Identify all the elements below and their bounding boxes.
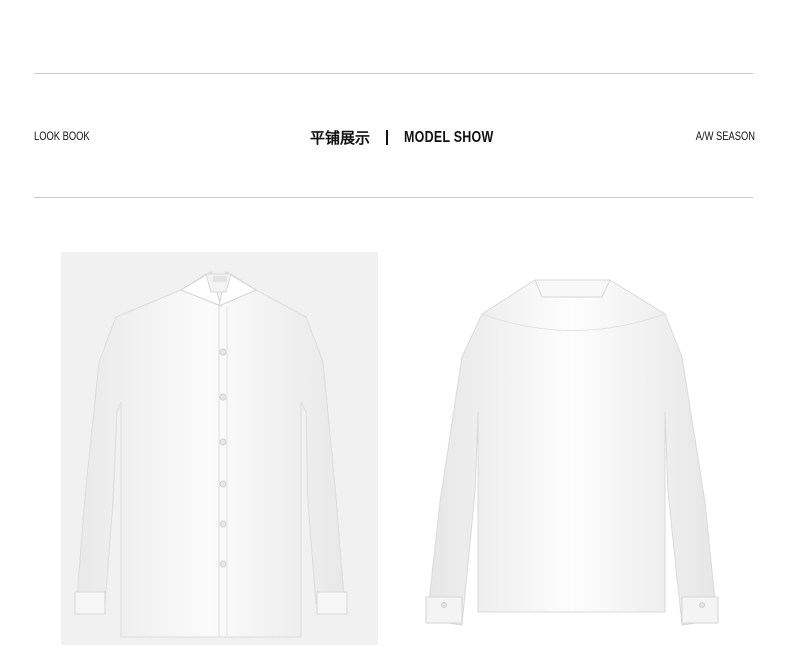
bottom-divider — [34, 197, 753, 198]
shirt-front-photo — [61, 252, 378, 645]
season-label: A/W SEASON — [695, 129, 755, 143]
top-divider — [34, 73, 753, 74]
shirt-back-image — [425, 279, 719, 626]
section-header: LOOK BOOK 平铺展示 MODEL SHOW A/W SEASON — [34, 125, 755, 151]
lookbook-label: LOOK BOOK — [34, 129, 90, 143]
shirt-back-photo — [420, 252, 730, 645]
section-title: 平铺展示 MODEL SHOW — [310, 127, 519, 148]
title-chinese: 平铺展示 — [310, 129, 371, 147]
title-separator — [386, 130, 389, 145]
title-english: MODEL SHOW — [404, 128, 494, 146]
shirt-front-image — [74, 271, 348, 638]
